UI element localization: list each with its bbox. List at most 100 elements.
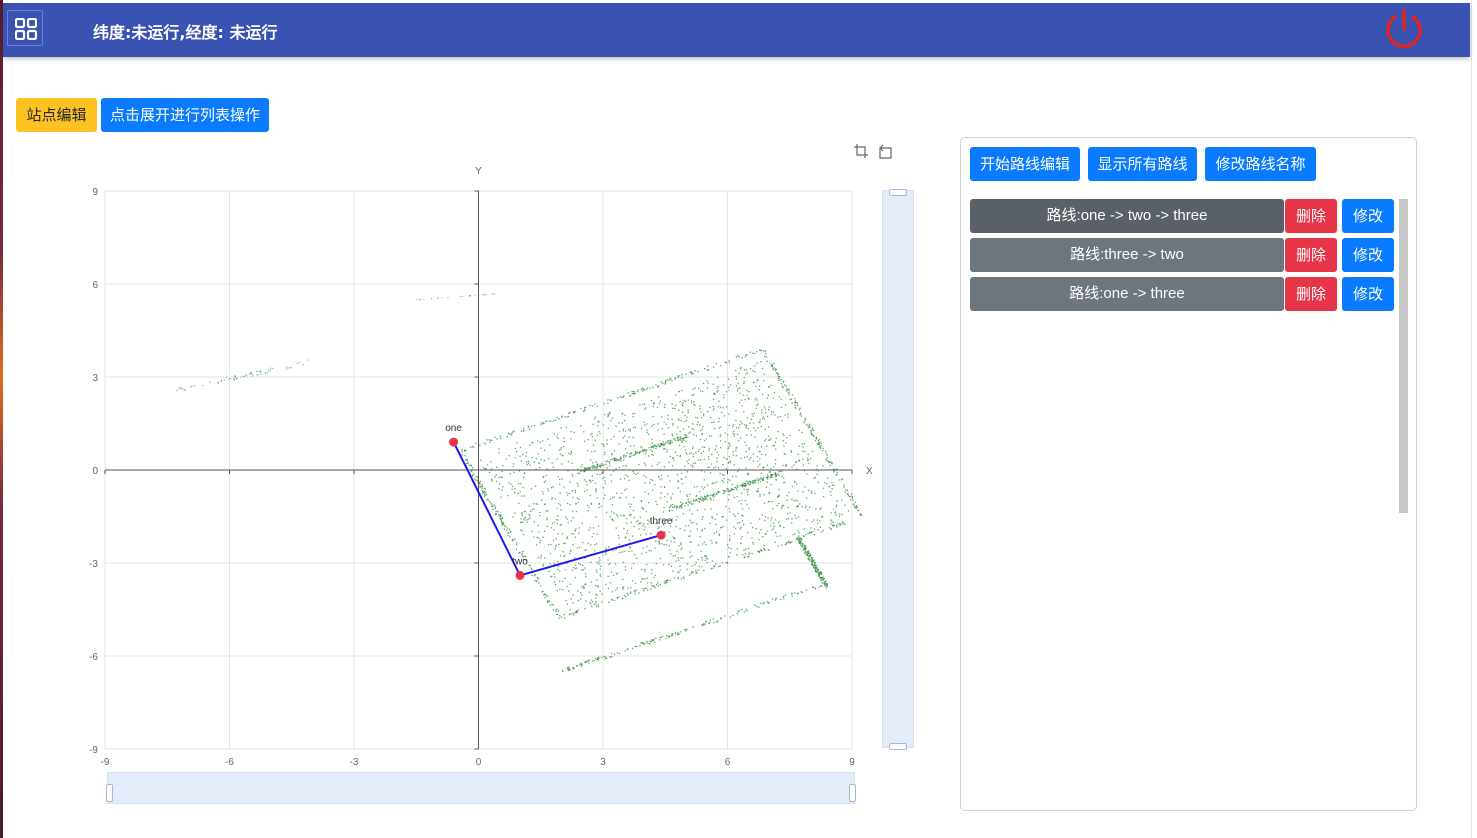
map-point — [656, 463, 658, 466]
map-point — [796, 537, 799, 539]
x-zoom-handle-right[interactable] — [849, 784, 856, 802]
map-point — [483, 442, 485, 444]
map-point — [667, 475, 669, 477]
map-point — [767, 475, 770, 478]
map-point — [704, 527, 706, 530]
map-point — [591, 432, 593, 435]
map-point — [724, 361, 726, 363]
route-item[interactable]: 路线:three -> two — [970, 238, 1284, 272]
map-point — [828, 527, 830, 529]
map-scatter-chart[interactable]: -9 -6 -3 0 3 6 9-9-6-30369XY onetwothree — [60, 160, 890, 775]
map-point — [651, 569, 653, 571]
map-point — [652, 639, 654, 642]
modify-route-button[interactable]: 修改 — [1342, 277, 1394, 311]
map-point — [822, 579, 825, 581]
map-point — [486, 494, 488, 496]
zoom-select-icon[interactable] — [853, 143, 869, 159]
x-zoom-slider[interactable] — [106, 772, 856, 804]
map-point — [758, 450, 760, 453]
map-point — [691, 466, 694, 468]
modify-route-button[interactable]: 修改 — [1342, 238, 1394, 272]
route-item[interactable]: 路线:one -> two -> three — [970, 199, 1284, 233]
map-point — [638, 528, 640, 530]
map-point — [538, 537, 540, 539]
map-point — [527, 425, 529, 427]
show-all-routes-button[interactable]: 显示所有路线 — [1088, 147, 1197, 181]
map-point — [747, 489, 749, 491]
map-point — [792, 534, 794, 536]
map-point — [699, 491, 701, 493]
start-route-edit-button[interactable]: 开始路线编辑 — [970, 147, 1080, 181]
map-point — [750, 522, 752, 524]
map-point — [737, 355, 739, 357]
map-point — [738, 610, 740, 612]
map-point — [705, 438, 707, 440]
map-point — [766, 464, 769, 466]
map-point — [692, 446, 694, 448]
map-point — [676, 550, 678, 552]
map-point — [596, 463, 599, 465]
map-point — [736, 548, 738, 550]
map-point — [552, 486, 554, 488]
route-item[interactable]: 路线:one -> three — [970, 277, 1284, 311]
map-point — [727, 447, 729, 450]
map-point — [774, 369, 777, 372]
rename-route-button[interactable]: 修改路线名称 — [1205, 147, 1316, 181]
map-point — [625, 455, 627, 457]
map-point — [459, 295, 462, 298]
zoom-reset-icon[interactable] — [877, 143, 893, 159]
map-point — [632, 562, 635, 565]
y-zoom-slider[interactable] — [882, 189, 914, 750]
map-point — [707, 467, 709, 469]
map-point — [743, 485, 745, 487]
map-point — [507, 494, 509, 497]
map-point — [719, 472, 721, 475]
map-point — [741, 508, 744, 510]
map-point — [644, 569, 646, 571]
grid-menu-button[interactable] — [7, 10, 43, 46]
map-point — [589, 404, 591, 407]
delete-route-button[interactable]: 删除 — [1285, 199, 1337, 233]
y-zoom-handle-top[interactable] — [889, 189, 907, 196]
expand-list-button[interactable]: 点击展开进行列表操作 — [101, 98, 269, 132]
delete-route-button[interactable]: 删除 — [1285, 277, 1337, 311]
modify-route-button[interactable]: 修改 — [1342, 199, 1394, 233]
station-edit-button[interactable]: 站点编辑 — [16, 98, 97, 132]
map-point — [615, 468, 617, 470]
map-point — [547, 438, 549, 440]
map-point — [684, 449, 686, 451]
map-point — [679, 505, 681, 508]
map-point — [772, 508, 774, 510]
map-point — [775, 597, 777, 600]
map-point — [521, 512, 523, 514]
map-point — [520, 529, 522, 531]
map-point — [656, 582, 659, 584]
x-zoom-handle-left[interactable] — [106, 784, 113, 802]
map-point — [830, 512, 832, 514]
y-zoom-handle-bottom[interactable] — [889, 743, 907, 750]
map-point — [541, 491, 544, 493]
map-point — [758, 518, 761, 520]
map-point — [471, 445, 474, 448]
map-point — [677, 440, 680, 442]
map-point — [585, 600, 587, 602]
map-point — [646, 640, 648, 643]
map-point — [523, 430, 525, 432]
map-point — [732, 614, 734, 617]
delete-route-button[interactable]: 删除 — [1285, 238, 1337, 272]
route-list-scrollbar[interactable] — [1399, 199, 1408, 513]
map-point — [691, 427, 693, 430]
map-point — [611, 458, 614, 460]
map-point — [811, 558, 814, 560]
map-point — [507, 532, 510, 534]
map-point — [690, 452, 693, 454]
power-icon[interactable] — [1383, 7, 1425, 53]
map-point — [670, 565, 673, 568]
map-point — [791, 498, 793, 500]
map-point — [741, 514, 743, 516]
map-point — [654, 547, 657, 549]
map-point — [684, 436, 687, 438]
map-point — [710, 498, 712, 501]
map-point — [574, 530, 576, 532]
map-point — [650, 446, 652, 448]
